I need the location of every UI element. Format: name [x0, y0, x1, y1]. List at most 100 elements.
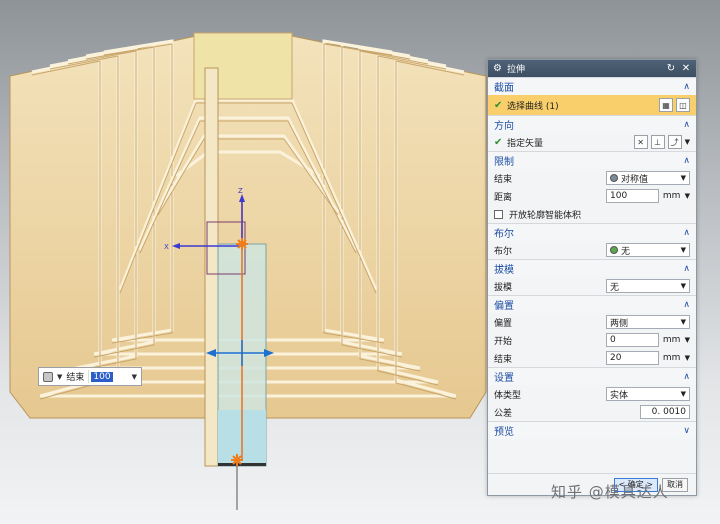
chevron-down-icon[interactable]: ▼ — [681, 246, 686, 254]
section-header-direction[interactable]: 方向 ∧ — [488, 115, 696, 133]
body-type-row: 体类型 实体 ▼ — [488, 385, 696, 403]
limit-distance-unit[interactable]: mm — [661, 191, 683, 201]
section-title: 设置 — [494, 373, 514, 384]
offset-start-unit[interactable]: mm — [661, 335, 683, 345]
chevron-up-icon[interactable]: ∧ — [683, 300, 690, 310]
chevron-down-icon[interactable]: ▼ — [681, 282, 686, 290]
offset-end-unit[interactable]: mm — [661, 353, 683, 363]
offset-type-select[interactable]: 两侧 ▼ — [606, 315, 690, 329]
section-title: 布尔 — [494, 229, 514, 240]
chevron-down-icon[interactable]: ▼ — [681, 318, 686, 326]
boolean-row: 布尔 无 ▼ — [488, 241, 696, 259]
offset-end-input[interactable]: 20 — [606, 351, 659, 365]
open-profile-row[interactable]: 开放轮廓智能体积 — [488, 205, 696, 223]
section-header-section[interactable]: 截面 ∧ — [488, 77, 696, 95]
vector-type-icon[interactable]: ⤴ — [667, 135, 682, 149]
limit-distance-row: 距离 100 mm ▼ — [488, 187, 696, 205]
limit-distance-input[interactable]: 100 — [606, 189, 659, 203]
tolerance-input[interactable]: 0. 0010 — [640, 405, 690, 419]
limit-distance-field[interactable]: 100 mm ▼ — [606, 189, 690, 203]
section-header-preview[interactable]: 预览 ∨ — [488, 421, 696, 439]
chevron-down-icon[interactable]: ▼ — [681, 390, 686, 398]
vector-dialog-icon[interactable]: ⊥ — [650, 135, 665, 149]
offset-type-label: 偏置 — [494, 318, 513, 329]
section-title: 拔模 — [494, 265, 514, 276]
section-title: 方向 — [494, 121, 514, 132]
offset-start-input[interactable]: 0 — [606, 333, 659, 347]
select-curve-row[interactable]: ✔ 选择曲线 (1) ▦ ◫ — [488, 95, 696, 115]
on-canvas-end-input[interactable]: ▼ 结束 100 ▼ — [38, 367, 142, 386]
close-icon[interactable]: ✕ — [681, 63, 691, 74]
body-type-label: 体类型 — [494, 390, 522, 401]
z-axis-label: Z — [238, 187, 243, 195]
on-canvas-end-value-field[interactable]: 100 ▼ — [88, 370, 137, 383]
offset-start-field[interactable]: 0 mm ▼ — [606, 333, 690, 347]
curve-icon[interactable]: ◫ — [676, 98, 690, 112]
watermark: 知乎 @模具达人 — [551, 483, 669, 501]
chevron-down-icon[interactable]: ▼ — [57, 373, 62, 381]
on-canvas-end-label: 结束 — [66, 373, 85, 383]
x-axis-label: X — [164, 243, 169, 251]
dialog-title: 拉伸 — [506, 65, 525, 75]
section-header-settings[interactable]: 设置 ∧ — [488, 367, 696, 385]
offset-type-row: 偏置 两侧 ▼ — [488, 313, 696, 331]
sketch-section-icon[interactable]: ▦ — [659, 98, 673, 112]
offset-end-row: 结束 20 mm ▼ — [488, 349, 696, 367]
section-title: 截面 — [494, 83, 514, 94]
open-profile-label: 开放轮廓智能体积 — [509, 210, 582, 221]
on-canvas-end-value[interactable]: 100 — [91, 371, 113, 382]
section-title: 预览 — [494, 427, 514, 438]
chevron-down-icon[interactable]: ▼ — [681, 174, 686, 182]
extrude-bottom-edge — [218, 463, 266, 466]
section-title: 限制 — [494, 157, 514, 168]
check-icon: ✔ — [494, 136, 503, 148]
limit-end-label: 结束 — [494, 174, 513, 185]
body-type-value: 实体 — [610, 390, 629, 401]
section-header-boolean[interactable]: 布尔 ∧ — [488, 223, 696, 241]
specify-vector-label: 指定矢量 — [507, 138, 544, 149]
body-type-select[interactable]: 实体 ▼ — [606, 387, 690, 401]
chevron-up-icon[interactable]: ∧ — [683, 228, 690, 238]
chevron-up-icon[interactable]: ∧ — [683, 82, 690, 92]
section-title: 偏置 — [494, 301, 514, 312]
section-header-draft[interactable]: 拔模 ∧ — [488, 259, 696, 277]
chevron-down-icon[interactable]: ▼ — [685, 138, 690, 146]
section-header-offset[interactable]: 偏置 ∧ — [488, 295, 696, 313]
chevron-down-icon[interactable]: ▼ — [132, 373, 137, 381]
chevron-up-icon[interactable]: ∧ — [683, 372, 690, 382]
dialog-titlebar[interactable]: ⚙ 拉伸 ↻ ✕ — [488, 60, 696, 77]
limit-end-value: 对称值 — [621, 174, 649, 185]
check-icon: ✔ — [494, 99, 503, 111]
boolean-select[interactable]: 无 ▼ — [606, 243, 690, 257]
open-profile-checkbox[interactable] — [494, 209, 503, 219]
symmetric-icon — [610, 174, 618, 182]
gear-icon[interactable]: ⚙ — [493, 63, 502, 74]
offset-type-value: 两侧 — [610, 318, 629, 329]
limit-type-icon[interactable] — [43, 371, 53, 382]
extrude-dialog: ⚙ 拉伸 ↻ ✕ 截面 ∧ ✔ 选择曲线 (1) ▦ ◫ 方向 ∧ ✔ 指定矢量… — [487, 59, 697, 496]
chevron-up-icon[interactable]: ∧ — [683, 264, 690, 274]
draft-label: 拔模 — [494, 282, 513, 293]
draft-value: 无 — [610, 282, 620, 293]
offset-end-label: 结束 — [494, 354, 513, 365]
chevron-up-icon[interactable]: ∧ — [683, 156, 690, 166]
limit-end-row: 结束 对称值 ▼ — [488, 169, 696, 187]
section-header-limits[interactable]: 限制 ∧ — [488, 151, 696, 169]
reverse-direction-icon[interactable]: ✕ — [633, 135, 648, 149]
tolerance-row: 公差 0. 0010 — [488, 403, 696, 421]
limit-end-select[interactable]: 对称值 ▼ — [606, 171, 690, 185]
chevron-up-icon[interactable]: ∧ — [683, 120, 690, 130]
offset-end-field[interactable]: 20 mm ▼ — [606, 351, 690, 365]
offset-start-row: 开始 0 mm ▼ — [488, 331, 696, 349]
chevron-down-icon[interactable]: ∨ — [683, 426, 690, 436]
chevron-down-icon[interactable]: ▼ — [685, 354, 690, 362]
specify-vector-row[interactable]: ✔ 指定矢量 ✕ ⊥ ⤴ ▼ — [488, 133, 696, 151]
chevron-down-icon[interactable]: ▼ — [685, 192, 690, 200]
boolean-value: 无 — [621, 246, 631, 257]
boolean-none-icon — [610, 246, 618, 254]
draft-row: 拔模 无 ▼ — [488, 277, 696, 295]
boolean-label: 布尔 — [494, 246, 513, 257]
reset-icon[interactable]: ↻ — [666, 63, 676, 74]
draft-select[interactable]: 无 ▼ — [606, 279, 690, 293]
chevron-down-icon[interactable]: ▼ — [685, 336, 690, 344]
